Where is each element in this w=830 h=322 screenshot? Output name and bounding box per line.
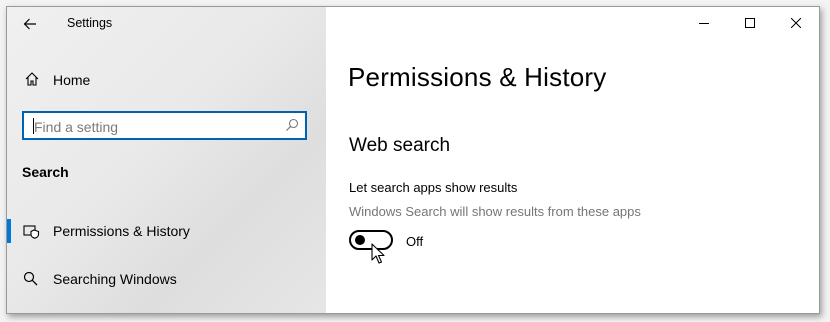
close-icon xyxy=(791,18,801,28)
group-title: Web search xyxy=(349,135,451,156)
setting-description: Windows Search will show results from th… xyxy=(349,204,641,219)
home-icon xyxy=(24,71,40,92)
section-heading: Search xyxy=(22,164,69,180)
sidebar: Settings Home Search xyxy=(7,7,326,313)
maximize-icon xyxy=(745,18,755,28)
maximize-button[interactable] xyxy=(727,7,773,39)
search-icon[interactable] xyxy=(285,118,299,137)
sidebar-item-searching-windows[interactable]: Searching Windows xyxy=(7,261,326,297)
setting-label: Let search apps show results xyxy=(349,180,518,195)
app-title: Settings xyxy=(67,16,113,30)
sidebar-item-label: Permissions & History xyxy=(53,223,190,239)
back-button[interactable] xyxy=(17,13,43,35)
search-icon xyxy=(23,271,39,292)
settings-window: Settings Home Search xyxy=(6,6,820,314)
minimize-icon xyxy=(699,23,709,24)
close-button[interactable] xyxy=(773,7,819,39)
home-label: Home xyxy=(53,72,91,88)
sidebar-item-label: Searching Windows xyxy=(53,271,177,287)
shield-search-icon xyxy=(23,223,41,244)
window-controls xyxy=(681,7,819,39)
sidebar-item-permissions-history[interactable]: Permissions & History xyxy=(7,213,326,249)
page-title: Permissions & History xyxy=(348,62,607,92)
mouse-pointer-icon xyxy=(371,243,385,264)
sidebar-item-home[interactable]: Home xyxy=(7,65,326,95)
minimize-button[interactable] xyxy=(681,7,727,39)
title-bar: Settings xyxy=(7,7,326,39)
toggle-state-label: Off xyxy=(406,234,424,249)
back-arrow-icon xyxy=(23,18,36,30)
selection-indicator xyxy=(7,219,11,243)
search-input[interactable] xyxy=(32,116,276,137)
find-setting-search-box[interactable] xyxy=(22,111,307,140)
toggle-knob xyxy=(355,235,365,245)
content-pane: Permissions & History Web search Let sea… xyxy=(326,7,819,313)
